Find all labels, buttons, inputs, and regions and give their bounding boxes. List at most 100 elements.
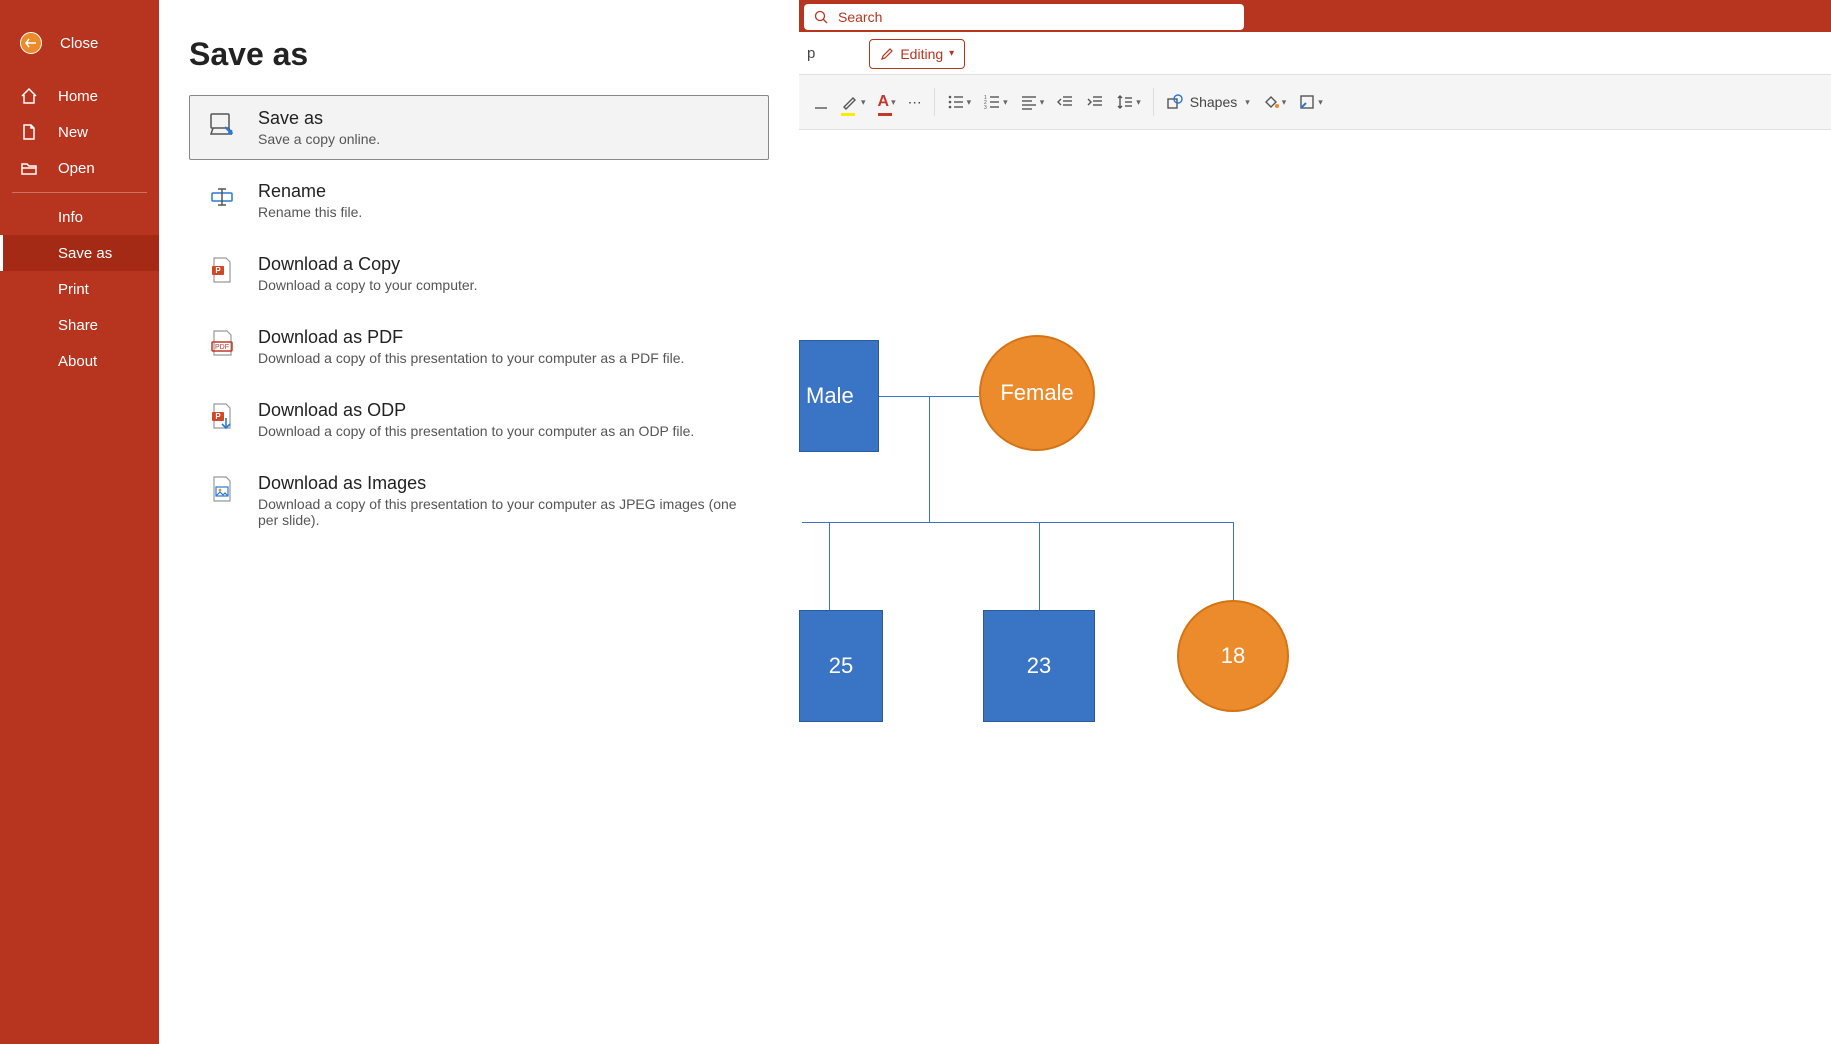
chevron-down-icon: ▾ xyxy=(1136,97,1141,108)
option-rename[interactable]: Rename Rename this file. xyxy=(189,168,769,233)
editing-mode-button[interactable]: Editing ▾ xyxy=(869,39,965,69)
sidebar-item-home[interactable]: Home xyxy=(0,78,159,114)
highlighter-icon xyxy=(841,93,859,111)
sidebar-divider xyxy=(12,192,147,193)
option-download-odp[interactable]: P Download as ODP Download a copy of thi… xyxy=(189,387,769,452)
pptx-icon: P xyxy=(206,254,238,286)
page-title: Save as xyxy=(189,36,769,73)
highlight-color-button[interactable]: ▾ xyxy=(835,84,872,120)
shape-label: Male xyxy=(806,383,854,409)
sidebar-item-label: New xyxy=(58,124,88,141)
shape-label: 25 xyxy=(829,653,853,679)
increase-indent-button[interactable] xyxy=(1080,84,1110,120)
sidebar-item-open[interactable]: Open xyxy=(0,150,159,186)
shape-female[interactable]: Female xyxy=(979,335,1095,451)
option-title: Download as PDF xyxy=(258,327,684,348)
option-desc: Download a copy of this presentation to … xyxy=(258,423,694,439)
svg-text:P: P xyxy=(215,412,221,421)
ribbon-tabs: p Editing ▾ xyxy=(799,32,1831,74)
partial-tab-label[interactable]: p xyxy=(807,45,815,62)
line-spacing-button[interactable]: ▾ xyxy=(1110,84,1147,120)
chevron-down-icon: ▾ xyxy=(949,48,954,59)
group-divider xyxy=(1153,88,1154,116)
shape-label: 23 xyxy=(1027,653,1051,679)
option-desc: Rename this file. xyxy=(258,204,362,220)
save-as-panel: Save as Save as Save a copy online. Rena… xyxy=(159,0,799,1044)
more-font-options[interactable]: ⋯ xyxy=(902,84,928,120)
shape-23[interactable]: 23 xyxy=(983,610,1095,722)
sidebar-item-print[interactable]: Print xyxy=(0,271,159,307)
outline-icon xyxy=(1298,93,1316,111)
folder-open-icon xyxy=(20,159,40,177)
option-title: Download a Copy xyxy=(258,254,477,275)
shape-outline-button[interactable]: ▾ xyxy=(1292,84,1329,120)
option-title: Download as ODP xyxy=(258,400,694,421)
editor-background: Search p Editing ▾ ▾ A ▾ xyxy=(799,0,1831,1044)
align-icon xyxy=(1020,93,1038,111)
option-title: Rename xyxy=(258,181,362,202)
shape-fill-button[interactable]: ▾ xyxy=(1256,84,1293,120)
option-desc: Download a copy of this presentation to … xyxy=(258,496,752,528)
shapes-label: Shapes xyxy=(1190,94,1237,110)
option-title: Download as Images xyxy=(258,473,752,494)
chevron-down-icon: ▾ xyxy=(1318,97,1323,108)
option-title: Save as xyxy=(258,108,380,129)
shape-label: Female xyxy=(1000,380,1073,406)
chevron-down-icon: ▾ xyxy=(967,97,972,108)
home-icon xyxy=(20,87,40,105)
font-color-icon: A xyxy=(878,93,890,111)
increase-indent-icon xyxy=(1086,93,1104,111)
connector-line xyxy=(1039,522,1040,612)
sidebar-item-about[interactable]: About xyxy=(0,343,159,379)
color-swatch xyxy=(878,113,892,116)
ellipsis-icon: ⋯ xyxy=(908,94,922,111)
rename-icon xyxy=(206,181,238,213)
svg-text:PDF: PDF xyxy=(215,344,229,351)
svg-text:3: 3 xyxy=(984,105,987,111)
chevron-down-icon: ▾ xyxy=(891,97,896,108)
sidebar-item-share[interactable]: Share xyxy=(0,307,159,343)
chevron-down-icon: ▾ xyxy=(1282,97,1287,108)
shapes-button[interactable]: Shapes ▾ xyxy=(1160,84,1256,120)
connector-line xyxy=(802,522,1234,523)
bullets-button[interactable]: ▾ xyxy=(941,84,978,120)
shape-25[interactable]: 25 xyxy=(799,610,883,722)
close-label: Close xyxy=(60,35,98,52)
option-save-as[interactable]: Save as Save a copy online. xyxy=(189,95,769,160)
search-box[interactable]: Search xyxy=(804,4,1244,30)
connector-line xyxy=(929,396,930,522)
close-button[interactable]: Close xyxy=(0,24,159,78)
slide-canvas[interactable]: Male Female 25 23 18 xyxy=(799,130,1831,1044)
connector-line xyxy=(829,522,830,612)
shapes-icon xyxy=(1166,93,1184,111)
sidebar-item-label: Share xyxy=(58,317,98,334)
align-button[interactable]: ▾ xyxy=(1014,84,1051,120)
sidebar-item-label: Home xyxy=(58,88,98,105)
numbering-icon: 123 xyxy=(983,93,1001,111)
shape-18[interactable]: 18 xyxy=(1177,600,1289,712)
option-desc: Download a copy of this presentation to … xyxy=(258,350,684,366)
shape-male[interactable]: Male xyxy=(799,340,879,452)
pdf-icon: PDF xyxy=(206,327,238,359)
group-divider xyxy=(934,88,935,116)
chevron-down-icon: ▾ xyxy=(1040,97,1045,108)
sidebar-item-new[interactable]: New xyxy=(0,114,159,150)
editing-label: Editing xyxy=(900,46,943,62)
file-icon xyxy=(20,123,40,141)
sidebar-item-label: Save as xyxy=(58,245,112,262)
sidebar-item-save-as[interactable]: Save as xyxy=(0,235,159,271)
partial-tool[interactable] xyxy=(807,84,835,120)
decrease-indent-icon xyxy=(1056,93,1074,111)
font-color-button[interactable]: A ▾ xyxy=(872,84,902,120)
sidebar-item-info[interactable]: Info xyxy=(0,199,159,235)
option-download-images[interactable]: Download as Images Download a copy of th… xyxy=(189,460,769,541)
decrease-indent-button[interactable] xyxy=(1050,84,1080,120)
sidebar-item-label: Print xyxy=(58,281,89,298)
numbering-button[interactable]: 123 ▾ xyxy=(977,84,1014,120)
chevron-down-icon: ▾ xyxy=(1003,97,1008,108)
line-spacing-icon xyxy=(1116,93,1134,111)
option-download-copy[interactable]: P Download a Copy Download a copy to you… xyxy=(189,241,769,306)
option-download-pdf[interactable]: PDF Download as PDF Download a copy of t… xyxy=(189,314,769,379)
save-as-icon xyxy=(206,108,238,140)
connector-line xyxy=(1233,522,1234,612)
